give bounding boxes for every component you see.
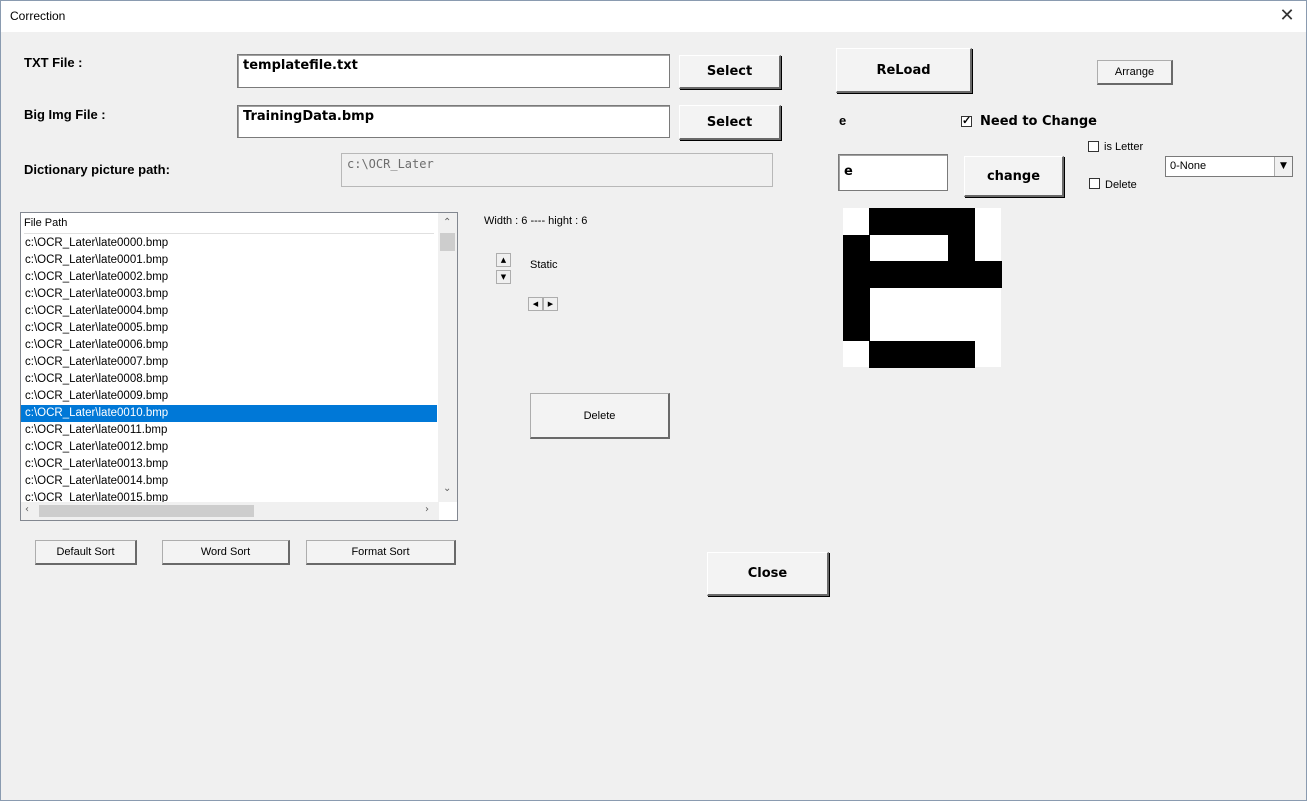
glyph-pixel bbox=[922, 340, 949, 368]
glyph-pixel bbox=[922, 261, 949, 288]
list-item[interactable]: c:\OCR_Later\late0011.bmp bbox=[21, 422, 437, 439]
list-item[interactable]: c:\OCR_Later\late0002.bmp bbox=[21, 269, 437, 286]
list-item[interactable]: c:\OCR_Later\late0006.bmp bbox=[21, 337, 437, 354]
default-sort-button[interactable]: Default Sort bbox=[35, 540, 137, 565]
glyph-pixel bbox=[843, 234, 870, 262]
need-to-change-label: Need to Change bbox=[980, 114, 1097, 129]
list-item[interactable]: c:\OCR_Later\late0007.bmp bbox=[21, 354, 437, 371]
dictionary-path-label: Dictionary picture path: bbox=[24, 162, 170, 177]
big-img-file-input[interactable]: TrainingData.bmp bbox=[237, 105, 670, 138]
glyph-pixel bbox=[948, 340, 976, 368]
glyph-pixel bbox=[843, 287, 870, 315]
list-item[interactable]: c:\OCR_Later\late0003.bmp bbox=[21, 286, 437, 303]
file-path-list[interactable]: File Path c:\OCR_Later\late0000.bmp c:\OC… bbox=[20, 212, 458, 521]
format-sort-button[interactable]: Format Sort bbox=[306, 540, 456, 565]
arrange-button[interactable]: Arrange bbox=[1097, 60, 1173, 85]
glyph-pixel bbox=[869, 340, 897, 368]
vertical-scrollbar[interactable]: ⌃ ⌄ bbox=[438, 213, 457, 502]
glyph-pixel bbox=[895, 261, 923, 288]
horizontal-scrollbar[interactable]: ‹ › bbox=[21, 502, 439, 520]
glyph-pixel bbox=[948, 208, 976, 235]
list-item[interactable]: c:\OCR_Later\late0013.bmp bbox=[21, 456, 437, 473]
current-char-label: e bbox=[839, 113, 847, 128]
category-select-value: 0-None bbox=[1170, 160, 1207, 172]
list-item[interactable]: c:\OCR_Later\late0004.bmp bbox=[21, 303, 437, 320]
horizontal-scroll-thumb[interactable] bbox=[39, 505, 254, 517]
reload-button[interactable]: ReLoad bbox=[836, 48, 972, 93]
list-item[interactable]: c:\OCR_Later\late0000.bmp bbox=[21, 235, 437, 252]
glyph-preview bbox=[843, 208, 1002, 368]
list-item[interactable]: c:\OCR_Later\late0008.bmp bbox=[21, 371, 437, 388]
list-item[interactable]: c:\OCR_Later\late0014.bmp bbox=[21, 473, 437, 490]
glyph-pixel bbox=[869, 261, 897, 288]
is-letter-label: is Letter bbox=[1104, 141, 1144, 153]
list-column-header[interactable]: File Path bbox=[24, 217, 434, 234]
scroll-left-icon[interactable]: ‹ bbox=[25, 504, 29, 515]
list-item[interactable]: c:\OCR_Later\late0009.bmp bbox=[21, 388, 437, 405]
need-to-change-checkbox[interactable]: ✓ bbox=[961, 116, 972, 127]
char-input[interactable]: e bbox=[838, 154, 948, 191]
title-bar: Correction ✕ bbox=[1, 1, 1306, 32]
scroll-right-icon[interactable]: › bbox=[425, 504, 429, 515]
chevron-down-icon[interactable]: ▼ bbox=[1274, 157, 1292, 176]
glyph-pixel bbox=[895, 208, 923, 235]
glyph-pixel bbox=[922, 208, 949, 235]
glyph-pixel bbox=[948, 234, 976, 262]
txt-file-select-button[interactable]: Select bbox=[679, 55, 781, 89]
delete-checkbox-label: Delete bbox=[1105, 179, 1137, 191]
scroll-up-icon[interactable]: ⌃ bbox=[443, 217, 451, 228]
vertical-scroll-thumb[interactable] bbox=[440, 233, 455, 251]
spin-up-button[interactable]: ▲ bbox=[496, 253, 511, 267]
is-letter-checkbox[interactable] bbox=[1088, 141, 1099, 152]
list-rows: c:\OCR_Later\late0000.bmp c:\OCR_Later\la… bbox=[21, 235, 437, 503]
txt-file-input[interactable]: templatefile.txt bbox=[237, 54, 670, 88]
big-img-file-label: Big Img File : bbox=[24, 107, 106, 122]
static-label: Static bbox=[530, 259, 558, 271]
list-item[interactable]: c:\OCR_Later\late0010.bmp bbox=[21, 405, 437, 422]
txt-file-label: TXT File : bbox=[24, 55, 83, 70]
list-item[interactable]: c:\OCR_Later\late0012.bmp bbox=[21, 439, 437, 456]
list-item[interactable]: c:\OCR_Later\late0001.bmp bbox=[21, 252, 437, 269]
close-window-icon[interactable]: ✕ bbox=[1276, 4, 1298, 28]
close-button[interactable]: Close bbox=[707, 552, 829, 596]
spin-right-button[interactable]: ▶ bbox=[543, 297, 558, 311]
size-info-label: Width : 6 ---- hight : 6 bbox=[484, 215, 588, 227]
list-item[interactable]: c:\OCR_Later\late0005.bmp bbox=[21, 320, 437, 337]
change-button[interactable]: change bbox=[964, 156, 1064, 197]
word-sort-button[interactable]: Word Sort bbox=[162, 540, 290, 565]
glyph-pixel bbox=[948, 261, 976, 288]
scroll-down-icon[interactable]: ⌄ bbox=[443, 483, 451, 494]
delete-checkbox[interactable] bbox=[1089, 178, 1100, 189]
correction-window: Correction ✕ TXT File : templatefile.txt… bbox=[0, 0, 1307, 801]
delete-button[interactable]: Delete bbox=[530, 393, 670, 439]
glyph-pixel bbox=[843, 314, 870, 341]
glyph-pixel bbox=[974, 261, 1002, 288]
dictionary-path-input: c:\OCR_Later bbox=[341, 153, 773, 187]
spin-down-button[interactable]: ▼ bbox=[496, 270, 511, 284]
spin-left-button[interactable]: ◀ bbox=[528, 297, 543, 311]
glyph-pixel bbox=[869, 208, 897, 235]
big-img-file-select-button[interactable]: Select bbox=[679, 105, 781, 140]
window-title: Correction bbox=[10, 9, 66, 23]
glyph-pixel bbox=[895, 340, 923, 368]
glyph-pixel bbox=[843, 261, 870, 288]
category-select[interactable]: 0-None ▼ bbox=[1165, 156, 1293, 177]
